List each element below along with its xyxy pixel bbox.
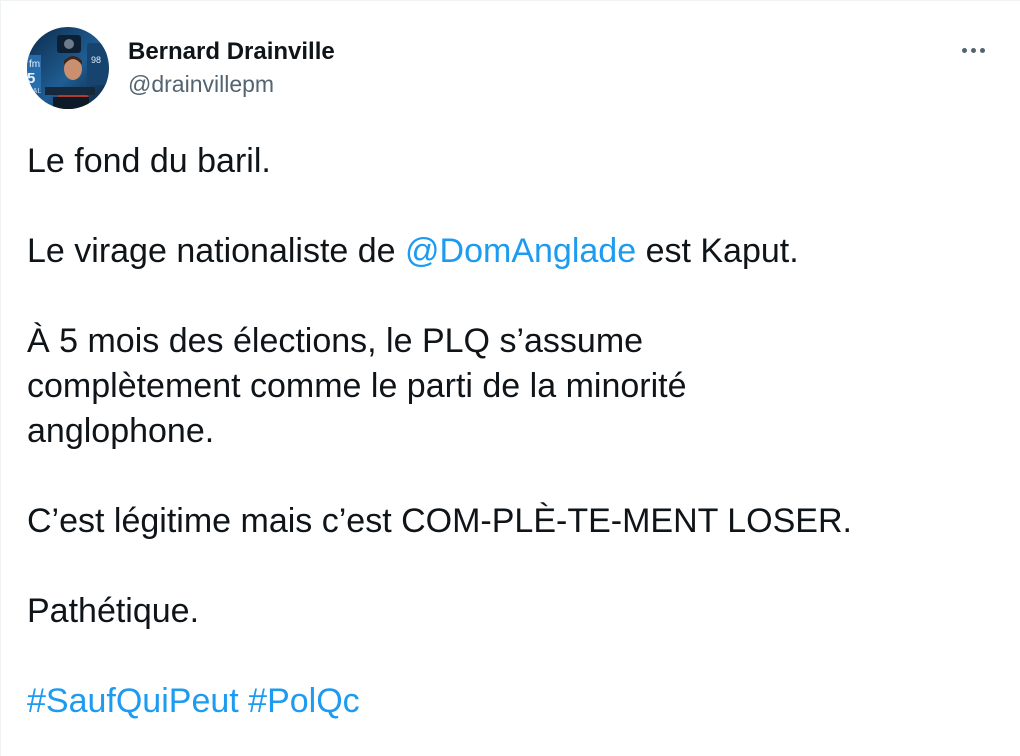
hashtag-link[interactable]: #PolQc [248, 682, 360, 720]
svg-text:98: 98 [91, 55, 101, 65]
author-display-name[interactable]: Bernard Drainville [128, 37, 335, 67]
svg-text:5: 5 [27, 70, 35, 87]
svg-text:fm: fm [29, 59, 40, 70]
tweet-line: complètement comme le parti de la minori… [27, 367, 687, 405]
tweet-text-segment: Le virage nationaliste de [27, 232, 406, 270]
author-handle[interactable]: @drainvillepm [128, 69, 335, 99]
tweet-line: Pathétique. [27, 592, 200, 630]
more-horizontal-icon-dot [979, 47, 985, 53]
tweet-line: Le fond du baril. [27, 142, 271, 180]
profile-photo-icon: fm 5 EAL 98 [27, 27, 109, 109]
tweet-text-segment: est Kaput. [636, 232, 799, 270]
tweet-card: fm 5 EAL 98 Bernard Drainville @drainvil… [0, 0, 1020, 756]
tweet-line: Le virage nationaliste de @DomAnglade es… [27, 229, 997, 274]
svg-text:EAL: EAL [28, 88, 41, 95]
more-options-button[interactable] [951, 35, 995, 65]
more-horizontal-icon [961, 47, 967, 53]
more-horizontal-icon-dot [970, 47, 976, 53]
author-info: Bernard Drainville @drainvillepm [128, 37, 335, 99]
hashtag-line: #SaufQuiPeut #PolQc [27, 679, 997, 724]
tweet-line: C’est légitime mais c’est COM-PLÈ-TE-MEN… [27, 502, 852, 540]
tweet-line: À 5 mois des élections, le PLQ s’assume [27, 322, 644, 360]
mention-link[interactable]: @DomAnglade [405, 232, 636, 270]
tweet-line: anglophone. [27, 412, 215, 450]
hashtag-link[interactable]: #SaufQuiPeut [27, 682, 239, 720]
tweet-text: Le fond du baril. Le virage nationaliste… [27, 139, 997, 724]
avatar[interactable]: fm 5 EAL 98 [27, 27, 109, 109]
